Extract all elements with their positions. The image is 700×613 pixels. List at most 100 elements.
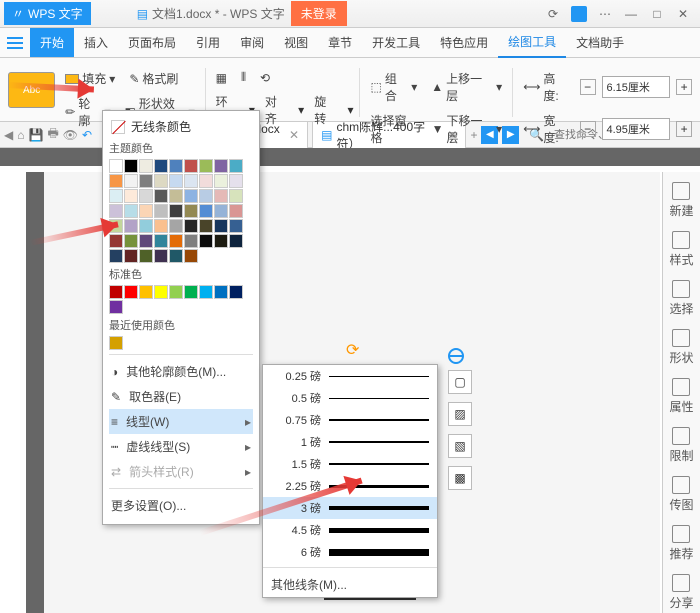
color-swatch[interactable]: [229, 204, 243, 218]
color-swatch[interactable]: [109, 159, 123, 173]
other-lines-item[interactable]: 其他线条(M)...: [263, 572, 437, 597]
line-type-item[interactable]: ≡线型(W)▸: [109, 409, 253, 434]
line-weight-4.5磅[interactable]: 4.5 磅: [263, 519, 437, 541]
maximize-icon[interactable]: □: [644, 3, 670, 25]
rotation-handle-icon[interactable]: ⟳: [346, 340, 359, 360]
side-shape[interactable]: 形状: [669, 329, 693, 366]
color-swatch[interactable]: [109, 300, 123, 314]
tab-close-icon[interactable]: ✕: [289, 128, 299, 142]
wrap-button[interactable]: ▦: [212, 69, 231, 87]
color-swatch[interactable]: [169, 234, 183, 248]
color-swatch[interactable]: [229, 219, 243, 233]
color-swatch[interactable]: [229, 189, 243, 203]
color-swatch[interactable]: [109, 174, 123, 188]
color-swatch[interactable]: [139, 249, 153, 263]
color-swatch[interactable]: [169, 204, 183, 218]
tab-insert[interactable]: 插入: [74, 28, 118, 57]
color-swatch[interactable]: [154, 234, 168, 248]
float-btn-3[interactable]: ▧: [448, 434, 472, 458]
align-button[interactable]: ⫴: [237, 68, 250, 87]
color-swatch[interactable]: [139, 219, 153, 233]
color-swatch[interactable]: [184, 234, 198, 248]
selection-pane-button[interactable]: 选择窗格: [366, 110, 421, 148]
more-settings-item[interactable]: 更多设置(O)...: [109, 493, 253, 518]
dash-type-item[interactable]: ┉虚线线型(S)▸: [109, 434, 253, 459]
color-swatch[interactable]: [109, 249, 123, 263]
color-swatch[interactable]: [109, 189, 123, 203]
color-swatch[interactable]: [124, 249, 138, 263]
tab-ref[interactable]: 引用: [186, 28, 230, 57]
height-inc[interactable]: +: [676, 79, 692, 95]
color-swatch[interactable]: [229, 159, 243, 173]
side-prop[interactable]: 属性: [669, 378, 693, 415]
color-swatch[interactable]: [214, 189, 228, 203]
color-swatch[interactable]: [139, 234, 153, 248]
width-inc[interactable]: +: [676, 121, 692, 137]
tab-doc-helper[interactable]: 文档助手: [566, 28, 634, 57]
float-btn-2[interactable]: ▨: [448, 402, 472, 426]
color-swatch[interactable]: [214, 285, 228, 299]
height-input[interactable]: 6.15厘米: [602, 76, 671, 98]
send-back-button[interactable]: ▼下移一层 ▾: [428, 110, 507, 148]
color-swatch[interactable]: [124, 285, 138, 299]
float-btn-4[interactable]: ▩: [448, 466, 472, 490]
color-swatch[interactable]: [214, 234, 228, 248]
bring-forward-button[interactable]: ▲上移一层 ▾: [427, 68, 506, 106]
side-select[interactable]: 选择: [669, 280, 693, 317]
color-swatch[interactable]: [229, 285, 243, 299]
tab-dev[interactable]: 开发工具: [362, 28, 430, 57]
tab-draw-tools[interactable]: 绘图工具: [498, 27, 566, 58]
color-swatch[interactable]: [184, 249, 198, 263]
side-recommend[interactable]: 推荐: [669, 525, 693, 562]
side-media[interactable]: 传图: [669, 476, 693, 513]
tab-chapter[interactable]: 章节: [318, 28, 362, 57]
menu-icon[interactable]: ⋯: [592, 3, 618, 25]
color-swatch[interactable]: [169, 285, 183, 299]
tab-review[interactable]: 审阅: [230, 28, 274, 57]
sync-icon[interactable]: ⟳: [540, 3, 566, 25]
color-swatch[interactable]: [154, 159, 168, 173]
line-weight-0.25磅[interactable]: 0.25 磅: [263, 365, 437, 387]
color-swatch[interactable]: [199, 189, 213, 203]
color-swatch[interactable]: [214, 204, 228, 218]
height-dec[interactable]: −: [580, 79, 596, 95]
tab-start[interactable]: 开始: [30, 28, 74, 57]
color-swatch[interactable]: [184, 189, 198, 203]
color-swatch[interactable]: [124, 234, 138, 248]
color-swatch[interactable]: [169, 249, 183, 263]
color-swatch[interactable]: [169, 159, 183, 173]
app-icon[interactable]: [566, 3, 592, 25]
save-icon[interactable]: 💾: [28, 128, 43, 142]
more-colors-item[interactable]: ◑其他轮廓颜色(M)...: [109, 359, 253, 384]
group-button[interactable]: ⬚组合 ▾: [366, 68, 421, 106]
color-swatch[interactable]: [214, 159, 228, 173]
color-swatch[interactable]: [184, 285, 198, 299]
color-swatch[interactable]: [154, 204, 168, 218]
layout-options-icon[interactable]: [448, 348, 464, 364]
color-swatch[interactable]: [154, 285, 168, 299]
color-swatch[interactable]: [184, 174, 198, 188]
format-painter-button[interactable]: ✎格式刷: [125, 68, 182, 89]
home-icon[interactable]: ⌂: [17, 128, 24, 142]
side-new[interactable]: 新建: [669, 182, 693, 219]
color-swatch[interactable]: [184, 219, 198, 233]
color-swatch[interactable]: [199, 159, 213, 173]
tab-scroll-left-icon[interactable]: ◀: [4, 128, 13, 142]
tab-view[interactable]: 视图: [274, 28, 318, 57]
float-btn-1[interactable]: ▢: [448, 370, 472, 394]
side-style[interactable]: 样式: [669, 231, 693, 268]
minimize-icon[interactable]: —: [618, 3, 644, 25]
color-swatch[interactable]: [199, 234, 213, 248]
color-swatch[interactable]: [229, 174, 243, 188]
color-swatch[interactable]: [139, 174, 153, 188]
color-swatch[interactable]: [199, 174, 213, 188]
tab-layout[interactable]: 页面布局: [118, 28, 186, 57]
color-swatch[interactable]: [154, 219, 168, 233]
eyedropper-item[interactable]: ✎取色器(E): [109, 384, 253, 409]
color-swatch[interactable]: [184, 159, 198, 173]
color-swatch[interactable]: [169, 189, 183, 203]
color-swatch[interactable]: [214, 174, 228, 188]
width-dec[interactable]: −: [580, 121, 596, 137]
color-swatch[interactable]: [199, 219, 213, 233]
color-swatch[interactable]: [109, 234, 123, 248]
